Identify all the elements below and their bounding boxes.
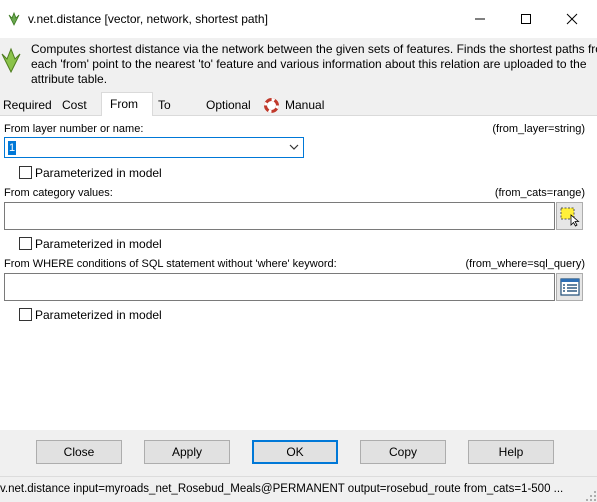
description-text: Computes shortest distance via the netwo… — [31, 42, 597, 86]
resize-grip-icon[interactable] — [585, 490, 597, 502]
from-where-input[interactable] — [4, 273, 555, 301]
close-button[interactable]: Close — [36, 440, 122, 464]
select-features-button[interactable] — [556, 202, 583, 230]
from-layer-combobox[interactable]: 1 — [4, 137, 304, 158]
button-row: Close Apply OK Copy Help — [0, 430, 597, 476]
from-panel: From layer number or name: (from_layer=s… — [0, 116, 597, 430]
grass-app-icon — [8, 11, 20, 26]
maximize-button[interactable] — [503, 0, 549, 38]
from-where-key: (from_where=sql_query) — [465, 258, 585, 270]
tab-manual[interactable]: Manual — [262, 95, 328, 116]
from-cats-parameterized-checkbox[interactable] — [19, 237, 32, 250]
from-layer-value: 1 — [8, 141, 16, 155]
tab-to[interactable]: To — [155, 95, 199, 116]
command-preview: v.net.distance input=myroads_net_Rosebud… — [0, 483, 564, 495]
from-layer-parameterized-label: Parameterized in model — [35, 166, 162, 180]
from-where-parameterized-checkbox[interactable] — [19, 308, 32, 321]
sql-builder-icon — [560, 278, 580, 296]
sql-builder-button[interactable] — [556, 273, 583, 301]
tab-cost[interactable]: Cost — [59, 95, 103, 116]
from-layer-key: (from_layer=string) — [492, 123, 585, 135]
from-layer-label: From layer number or name: — [4, 123, 144, 135]
minimize-icon — [475, 18, 485, 20]
minimize-button[interactable] — [457, 0, 503, 38]
apply-button[interactable]: Apply — [144, 440, 230, 464]
module-description: Computes shortest distance via the netwo… — [0, 38, 597, 92]
grass-module-icon — [1, 47, 21, 74]
from-cats-label: From category values: — [4, 187, 113, 199]
help-button[interactable]: Help — [468, 440, 554, 464]
window-title: v.net.distance [vector, network, shortes… — [28, 12, 268, 26]
lifebuoy-icon — [264, 98, 279, 113]
tab-manual-label: Manual — [285, 98, 325, 112]
from-where-parameterized-label: Parameterized in model — [35, 308, 162, 322]
tab-required[interactable]: Required — [0, 95, 56, 116]
copy-button[interactable]: Copy — [360, 440, 446, 464]
status-bar: v.net.distance input=myroads_net_Rosebud… — [0, 476, 597, 502]
from-cats-key: (from_cats=range) — [494, 187, 585, 199]
from-layer-parameterized-checkbox[interactable] — [19, 166, 32, 179]
from-cats-parameterized-label: Parameterized in model — [35, 237, 162, 251]
chevron-down-icon — [289, 144, 299, 150]
close-window-button[interactable] — [549, 0, 595, 38]
close-icon — [566, 13, 578, 25]
from-cats-input[interactable] — [4, 202, 555, 230]
maximize-icon — [521, 14, 531, 24]
tab-from[interactable]: From — [101, 92, 153, 117]
tab-bar: Required Cost From To Optional Manual — [0, 92, 597, 117]
select-features-icon — [560, 207, 580, 227]
ok-button[interactable]: OK — [252, 440, 338, 464]
from-where-label: From WHERE conditions of SQL statement w… — [4, 258, 337, 270]
title-bar: v.net.distance [vector, network, shortes… — [0, 0, 597, 38]
tab-optional[interactable]: Optional — [203, 95, 259, 116]
